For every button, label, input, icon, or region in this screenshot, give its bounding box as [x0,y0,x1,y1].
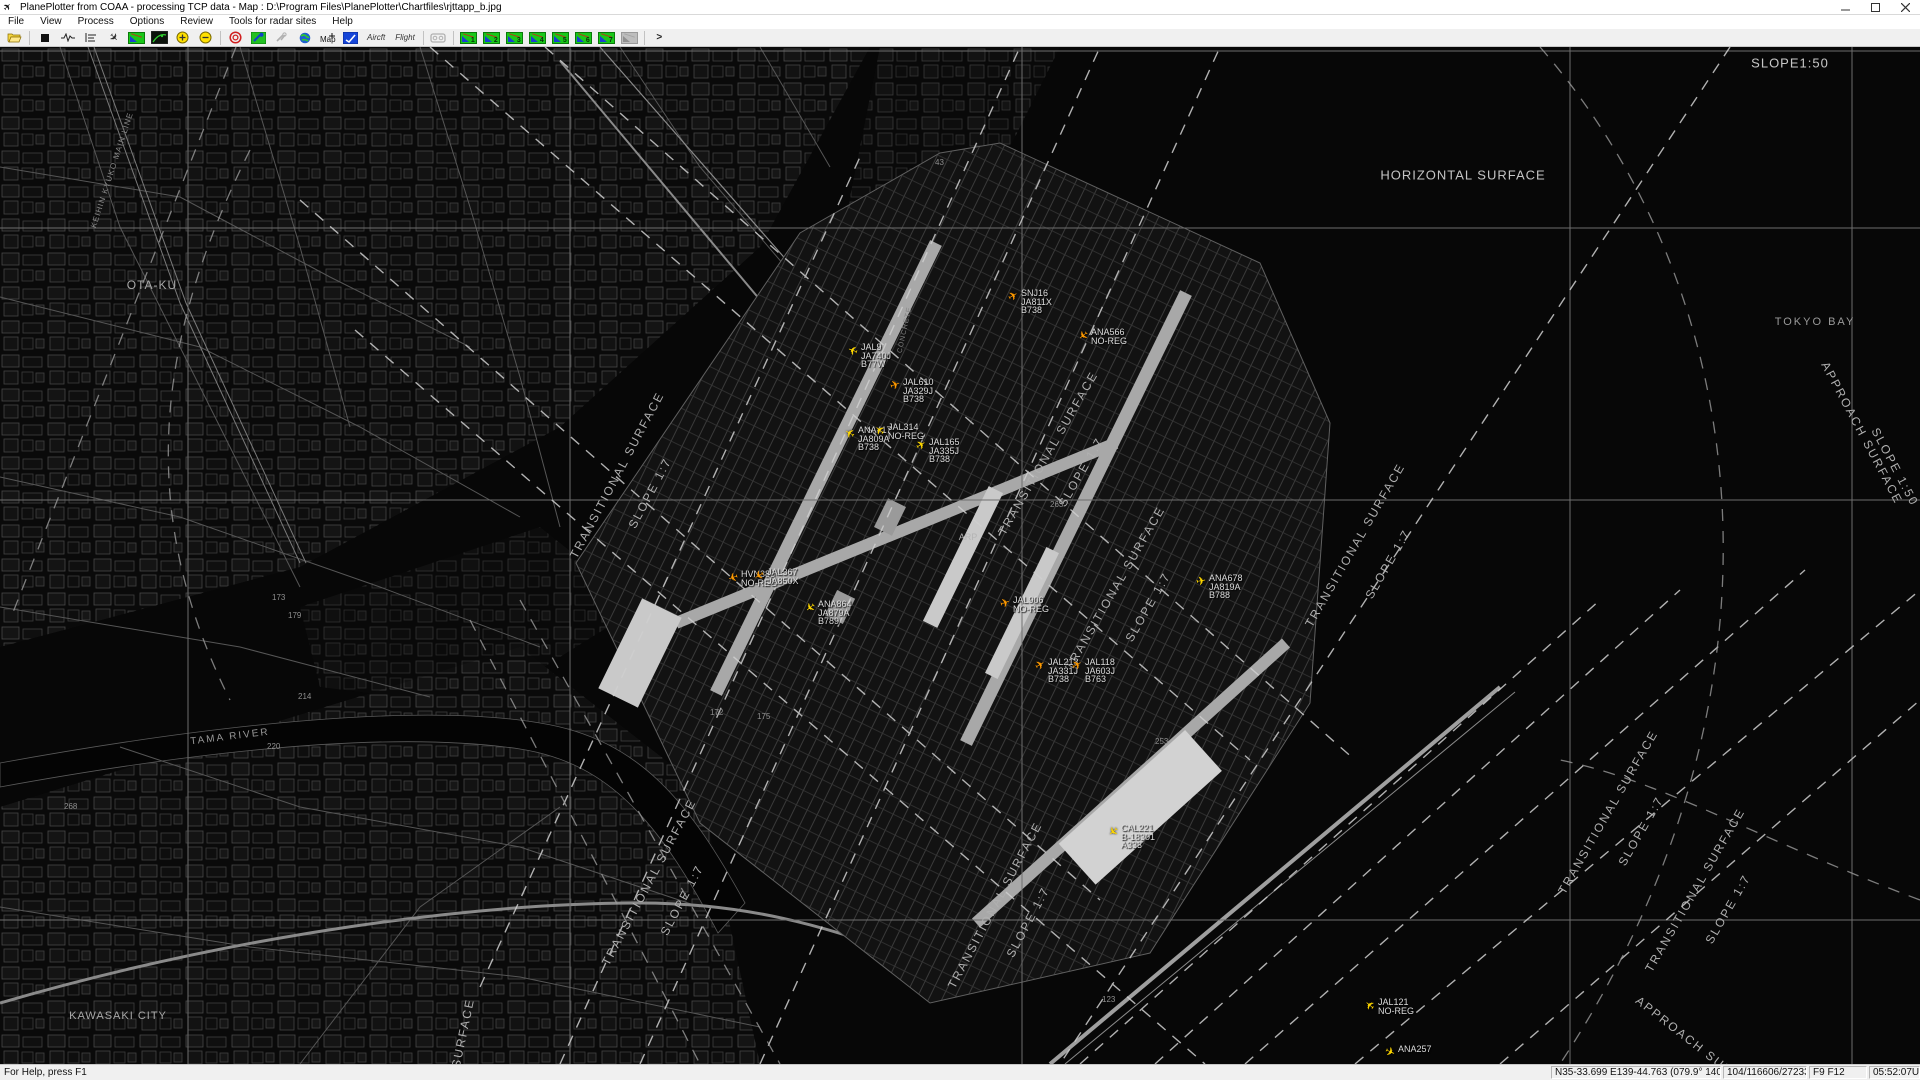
menu-process[interactable]: Process [70,15,122,29]
chart-view-button[interactable] [126,30,147,46]
map-preset-5-button[interactable]: 5 [550,30,571,46]
toolbar-separator [644,31,645,45]
stop-button[interactable] [34,30,55,46]
menu-help[interactable]: Help [324,15,361,29]
toolbar-separator [29,31,30,45]
record-button[interactable] [225,30,246,46]
aircraft-label: JAL121NO-REG [1378,998,1414,1015]
aircraft-icon: ✈ [1195,575,1207,587]
status-counts: 104/116606/27233 [1723,1066,1807,1079]
maximize-button[interactable] [1860,0,1890,15]
status-help-text: For Help, press F1 [4,1067,87,1078]
map-label: KAWASAKI CITY [69,1010,167,1022]
map-preset-7-button[interactable]: 7 [596,30,617,46]
map-label: HORIZONTAL SURFACE [1380,168,1545,183]
toolbar-separator [220,31,221,45]
map-preset-4-button[interactable]: 4 [527,30,548,46]
elevation-figure: 263 [1050,500,1063,509]
radar-view-button[interactable] [149,30,170,46]
flight-list-button[interactable]: Flight [391,30,419,46]
aircraft-label: ANA678JA819AB788 [1209,574,1243,600]
aircraft-list-button[interactable]: Aircft [363,30,389,46]
elevation-figure: 43 [935,158,944,167]
menu-view[interactable]: View [32,15,70,29]
aircraft-label: SNJ16JA811XB738 [1021,289,1052,315]
map-label: TOKYO BAY [1775,316,1856,328]
map-label: OTA-KU [127,278,177,292]
signal-trace-button[interactable] [57,30,78,46]
aircraft-label: CAL221B-18301A333 [1121,824,1155,850]
elevation-figure: 253 [1155,737,1168,746]
status-position: N35-33.699 E139-44.763 (079.9° 140.8nm) [1551,1066,1721,1079]
map-preset-2-button[interactable]: 2 [481,30,502,46]
elevation-figure: 123 [1102,995,1115,1004]
menu-tools-for-radar-sites[interactable]: Tools for radar sites [221,15,324,29]
status-function-keys: F9 F12 [1809,1066,1867,1079]
aircraft-label: ANA257 [1398,1045,1432,1054]
aircraft-label: JAL610JA329JB738 [903,378,934,404]
toolbar: ✈ Map Aircft [0,29,1920,47]
map-label: ARP [959,532,978,542]
radio-button[interactable] [428,30,449,46]
toolbar-separator [423,31,424,45]
aircraft-label: JAL165JA335JB738 [929,438,960,464]
map-preset-3-button[interactable]: 3 [504,30,525,46]
menu-file[interactable]: File [0,15,32,29]
message-list-button[interactable] [80,30,101,46]
map-chart-graphics [0,47,1920,1064]
toolbar-separator [453,31,454,45]
elevation-figure: 268 [64,802,77,811]
planeplotter-window: ✈ PlanePlotter from COAA - processing TC… [0,0,1920,1080]
aircraft-label: JAL367JA850X [767,568,799,585]
aircraft-label: JAL906NO-REG [1013,596,1049,613]
open-file-button[interactable] [4,30,25,46]
close-button[interactable] [1890,0,1920,15]
aircraft-view-button[interactable]: ✈ [103,30,124,46]
menu-bar: FileViewProcessOptionsReviewTools for ra… [0,15,1920,29]
edit-mode-button[interactable] [340,30,361,46]
aircraft-label: JAL118JA603JB763 [1085,658,1115,684]
status-utc-time: 05:52:07UTC [1869,1066,1920,1079]
map-preset-6-button[interactable]: 6 [573,30,594,46]
zoom-in-button[interactable] [172,30,193,46]
map-locate-button[interactable]: Map [317,30,338,46]
aircraft-label: ANA566NO-REG [1091,328,1127,345]
tools-button[interactable] [271,30,292,46]
elevation-figure: 214 [298,692,311,701]
menu-review[interactable]: Review [172,15,221,29]
elevation-figure: 220 [267,742,280,751]
elevation-figure: 173 [272,593,285,602]
globe-button[interactable] [294,30,315,46]
aircraft-label: JAL9JA740JB77W [861,343,891,369]
map-canvas[interactable]: SLOPE1:50 HORIZONTAL SURFACE TOKYO BAY OTA-… [0,47,1920,1064]
aircraft-label: ANA864JA879AB789 [818,600,852,626]
minimize-button[interactable] [1830,0,1860,15]
window-title: PlanePlotter from COAA - processing TCP … [20,2,502,13]
map-label: SLOPE1:50 [1751,56,1829,71]
toolbar-more-button[interactable]: > [649,30,670,46]
sharing-key-button[interactable] [248,30,269,46]
title-bar: ✈ PlanePlotter from COAA - processing TC… [0,0,1920,15]
menu-options[interactable]: Options [122,15,172,29]
elevation-figure: 172 [710,708,723,717]
elevation-figure: 175 [757,712,770,721]
zoom-out-button[interactable] [195,30,216,46]
status-bar: For Help, press F1 N35-33.699 E139-44.76… [0,1064,1920,1080]
elevation-figure: 179 [288,611,301,620]
map-preset-1-button[interactable]: 1 [458,30,479,46]
map-preset-disabled-button[interactable] [619,30,640,46]
